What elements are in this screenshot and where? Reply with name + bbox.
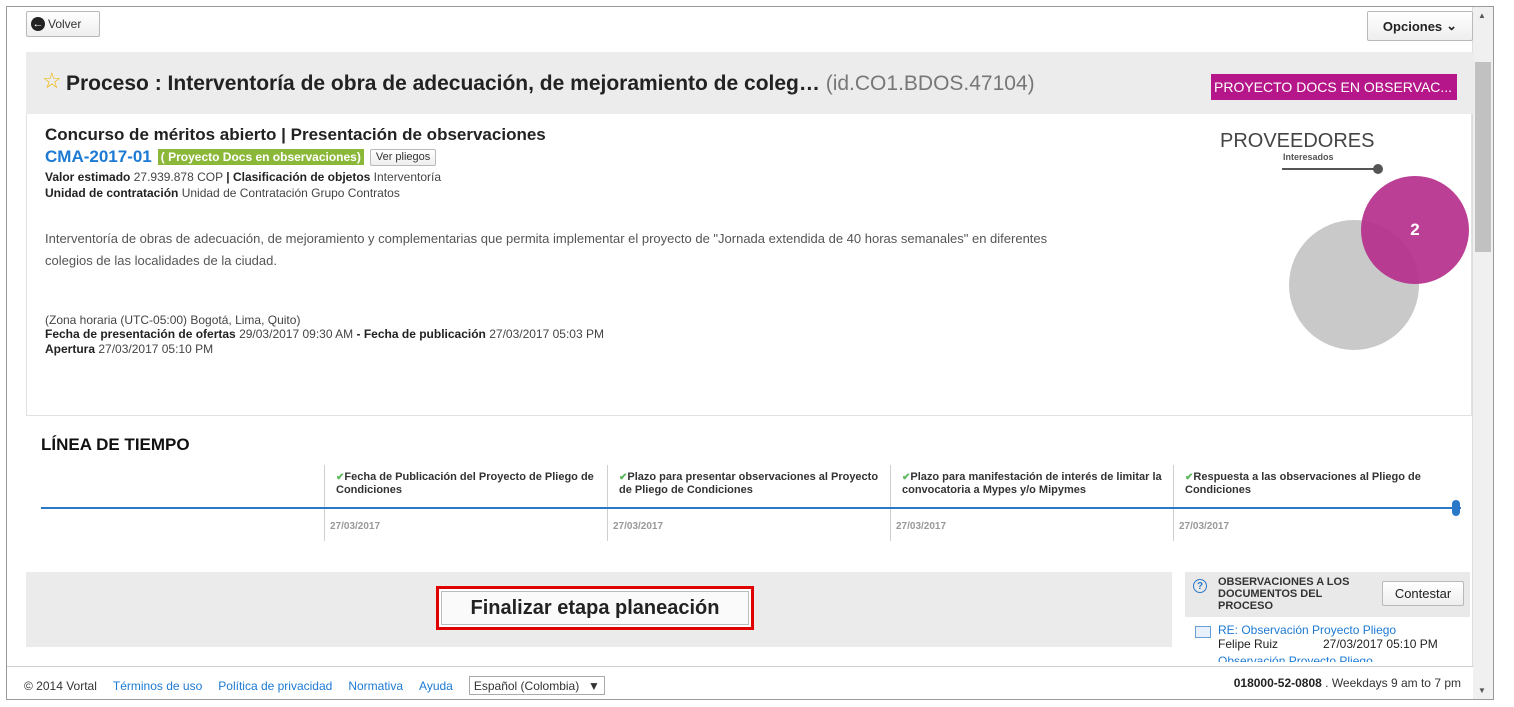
reference-row: CMA-2017-01 ( Proyecto Docs en observaci… — [45, 147, 437, 167]
footer-links: © 2014 Vortal Términos de uso Política d… — [24, 676, 605, 695]
observation-author: Felipe Ruiz — [1218, 637, 1279, 651]
timeline-divider — [1173, 465, 1174, 541]
timeline-divider — [607, 465, 608, 541]
dropdown-arrow-icon: ▼ — [587, 678, 600, 693]
process-summary: Concurso de méritos abierto | Presentaci… — [26, 114, 1472, 416]
options-button-label: Opciones — [1382, 18, 1443, 34]
valor-label: Valor estimado — [45, 170, 131, 184]
providers-indicator-line — [1282, 168, 1378, 170]
unidad-label: Unidad de contratación — [45, 186, 179, 200]
timeline-event-label: Plazo para manifestación de interés de l… — [902, 471, 1162, 496]
fecha-publicacion-label: - Fecha de publicación — [356, 327, 486, 341]
separator: | — [226, 170, 230, 184]
fecha-ofertas-value: 29/03/2017 09:30 AM — [239, 327, 354, 341]
procedure-type-title: Concurso de méritos abierto | Presentaci… — [45, 125, 546, 144]
browser-viewport: ▲ ▼ ← Volver Opciones ⌄ ☆ Proceso : Inte… — [6, 6, 1494, 700]
back-button-label: Volver — [48, 17, 82, 31]
star-icon[interactable]: ☆ — [42, 68, 62, 94]
scroll-down-icon[interactable]: ▼ — [1478, 686, 1486, 695]
chevron-down-icon: ⌄ — [1446, 18, 1458, 33]
options-button[interactable]: Opciones ⌄ — [1367, 11, 1473, 41]
value-classification-line: Valor estimado 27.939.878 COP | Clasific… — [45, 170, 441, 184]
language-select[interactable]: Español (Colombia) ▼ — [468, 676, 605, 695]
status-tag: PROYECTO DOCS EN OBSERVAC... — [1211, 74, 1457, 100]
apertura-line: Apertura 27/03/2017 05:10 PM — [45, 342, 213, 356]
providers-title: PROVEEDORES — [1220, 130, 1375, 152]
apertura-label: Apertura — [45, 342, 96, 356]
observation-date: 27/03/2017 05:10 PM — [1323, 637, 1438, 651]
mail-icon — [1195, 626, 1211, 638]
privacy-link[interactable]: Política de privacidad — [218, 679, 332, 693]
support-info: 018000-52-0808 . Weekdays 9 am to 7 pm — [1234, 676, 1461, 690]
scroll-thumb[interactable] — [1475, 62, 1491, 252]
back-arrow-icon: ← — [31, 17, 45, 31]
timeline-event-label: Respuesta a las observaciones al Pliego … — [1185, 471, 1421, 496]
timeline-current-marker — [1452, 500, 1460, 516]
providers-count[interactable]: 2 — [1361, 176, 1469, 284]
timeline-event: ✔Fecha de Publicación del Proyecto de Pl… — [336, 471, 604, 496]
reply-button[interactable]: Contestar — [1382, 581, 1464, 606]
normativa-link[interactable]: Normativa — [348, 679, 403, 693]
help-icon[interactable]: ? — [1193, 579, 1207, 593]
observations-panel-header: ? OBSERVACIONES A LOS DOCUMENTOS DEL PRO… — [1185, 572, 1470, 617]
apertura-value: 27/03/2017 05:10 PM — [98, 342, 214, 356]
back-button[interactable]: ← Volver — [26, 11, 100, 37]
timeline-title: LÍNEA DE TIEMPO — [41, 435, 190, 454]
observation-subject-link[interactable]: RE: Observación Proyecto Pliego — [1218, 623, 1396, 637]
scroll-up-icon[interactable]: ▲ — [1478, 11, 1486, 20]
reference-code: CMA-2017-01 — [45, 147, 152, 166]
clasificacion-value: Interventoría — [373, 170, 442, 184]
timeline-event: ✔Plazo para presentar observaciones al P… — [619, 471, 887, 496]
clasificacion-label: Clasificación de objetos — [232, 170, 371, 184]
timeline-event-date: 27/03/2017 — [1179, 521, 1230, 532]
timeline-event-label: Fecha de Publicación del Proyecto de Pli… — [336, 471, 594, 496]
providers-indicator-dot — [1373, 164, 1383, 174]
language-select-value: Español (Colombia) — [473, 678, 580, 693]
timeline-event-date: 27/03/2017 — [613, 521, 664, 532]
unidad-line: Unidad de contratación Unidad de Contrat… — [45, 186, 400, 200]
help-link[interactable]: Ayuda — [419, 679, 453, 693]
timeline-divider — [324, 465, 325, 541]
timezone: (Zona horaria (UTC-05:00) Bogotá, Lima, … — [45, 313, 301, 327]
timeline-event: ✔Respuesta a las observaciones al Pliego… — [1185, 471, 1453, 496]
terms-link[interactable]: Términos de uso — [113, 679, 202, 693]
process-title: Proceso : Interventoría de obra de adecu… — [66, 72, 1035, 96]
observations-title: OBSERVACIONES A LOS DOCUMENTOS DEL PROCE… — [1218, 576, 1350, 612]
finalize-highlight: Finalizar etapa planeación — [436, 586, 754, 630]
action-area: Finalizar etapa planeación — [26, 572, 1172, 647]
dates-line: Fecha de presentación de ofertas 29/03/2… — [45, 327, 604, 341]
timeline-event: ✔Plazo para manifestación de interés de … — [902, 471, 1170, 496]
observation-subject-link[interactable]: Observación Proyecto Pliego — [1218, 654, 1373, 662]
providers-subtitle: Interesados — [1283, 152, 1334, 162]
timeline-event-label: Plazo para presentar observaciones al Pr… — [619, 471, 879, 496]
valor-value: 27.939.878 COP — [133, 170, 223, 184]
support-phone: 018000-52-0808 — [1233, 676, 1322, 690]
fecha-ofertas-label: Fecha de presentación de ofertas — [45, 327, 236, 341]
vertical-scrollbar[interactable]: ▲ ▼ — [1472, 7, 1493, 699]
phase-badge: ( Proyecto Docs en observaciones) — [157, 149, 364, 165]
fecha-publicacion-value: 27/03/2017 05:03 PM — [489, 327, 604, 341]
process-description: Interventoría de obras de adecuación, de… — [45, 231, 1048, 268]
timeline-divider — [890, 465, 891, 541]
footer: © 2014 Vortal Términos de uso Política d… — [7, 666, 1473, 699]
support-hours: . Weekdays 9 am to 7 pm — [1325, 676, 1461, 690]
copyright: © 2014 Vortal — [24, 678, 97, 693]
process-id: (id.CO1.BDOS.47104) — [825, 72, 1035, 95]
unidad-value: Unidad de Contratación Grupo Contratos — [181, 186, 400, 200]
timeline-event-date: 27/03/2017 — [330, 521, 381, 532]
ver-pliegos-button[interactable]: Ver pliegos — [369, 148, 437, 166]
finalize-planning-button[interactable]: Finalizar etapa planeación — [441, 591, 749, 625]
timeline-event-date: 27/03/2017 — [896, 521, 947, 532]
process-header: ☆ Proceso : Interventoría de obra de ade… — [26, 52, 1474, 114]
timeline-axis — [41, 507, 1461, 509]
process-title-text: Proceso : Interventoría de obra de adecu… — [66, 72, 820, 95]
